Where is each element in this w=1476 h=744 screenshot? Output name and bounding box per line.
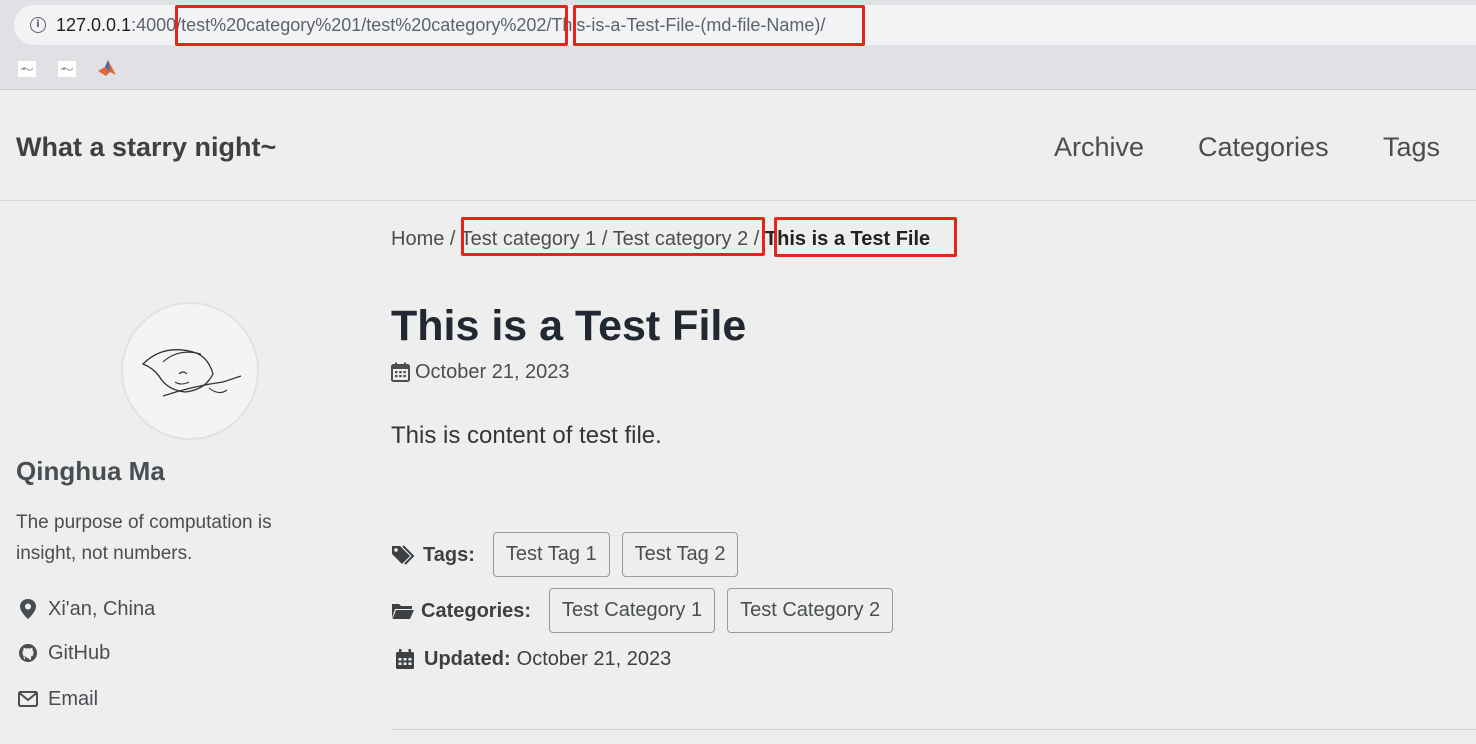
tags-row: Tags: Test Tag 1 Test Tag 2 [391,532,750,577]
updated-label: Updated: [424,648,511,670]
bookmark-icon[interactable] [57,60,77,78]
highlight-box-url-categories [175,5,568,46]
location-label: Xi'an, China [48,598,156,620]
category-pill[interactable]: Test Category 2 [727,588,894,633]
github-label[interactable]: GitHub [48,640,110,666]
site-title[interactable]: What a starry night~ [16,129,276,165]
highlight-box-breadcrumb-current [774,217,957,257]
highlight-box-breadcrumb-categories [461,217,765,256]
divider [391,729,1476,730]
bookmarks-bar [0,52,1476,90]
tags-icon [392,544,415,565]
calendar-icon [391,362,410,382]
url-port: :4000 [131,15,177,35]
categories-label: Categories: [421,599,532,622]
page-title: This is a Test File [391,302,747,350]
post-date: October 21, 2023 [391,358,570,386]
site-header: What a starry night~ Archive Categories … [0,91,1476,201]
tags-label: Tags: [423,543,475,566]
post-date-text: October 21, 2023 [415,361,570,383]
map-marker-icon [20,599,36,619]
calendar-icon [396,649,414,669]
author-bio: The purpose of computation is insight, n… [16,512,272,564]
nav-tags[interactable]: Tags [1383,129,1440,165]
tag-pill[interactable]: Test Tag 1 [492,532,610,577]
info-icon[interactable]: i [30,17,46,33]
tag-pill[interactable]: Test Tag 2 [621,532,739,577]
nav-categories[interactable]: Categories [1198,129,1329,165]
envelope-icon [18,691,38,707]
bookmark-icon[interactable] [17,60,37,78]
breadcrumb-home[interactable]: Home [391,228,444,250]
highlight-box-url-file [573,5,865,46]
url-host: 127.0.0.1 [56,15,132,35]
author-location: Xi'an, China [18,596,155,622]
matlab-icon[interactable] [97,58,117,83]
folder-open-icon [392,603,414,619]
updated-date: October 21, 2023 [516,648,672,670]
author-name: Qinghua Ma [16,456,165,486]
author-email-link[interactable]: Email [18,686,98,712]
post-content: This is content of test file. [391,422,662,449]
author-github-link[interactable]: GitHub [18,640,110,666]
avatar [121,302,259,440]
categories-row: Categories: Test Category 1 Test Categor… [391,588,905,633]
nav-archive[interactable]: Archive [1054,129,1144,165]
category-pill[interactable]: Test Category 1 [549,588,716,633]
breadcrumb-separator: / [444,228,461,250]
github-icon [19,644,37,662]
updated-row: Updated: October 21, 2023 [391,645,671,673]
email-label[interactable]: Email [48,686,98,712]
